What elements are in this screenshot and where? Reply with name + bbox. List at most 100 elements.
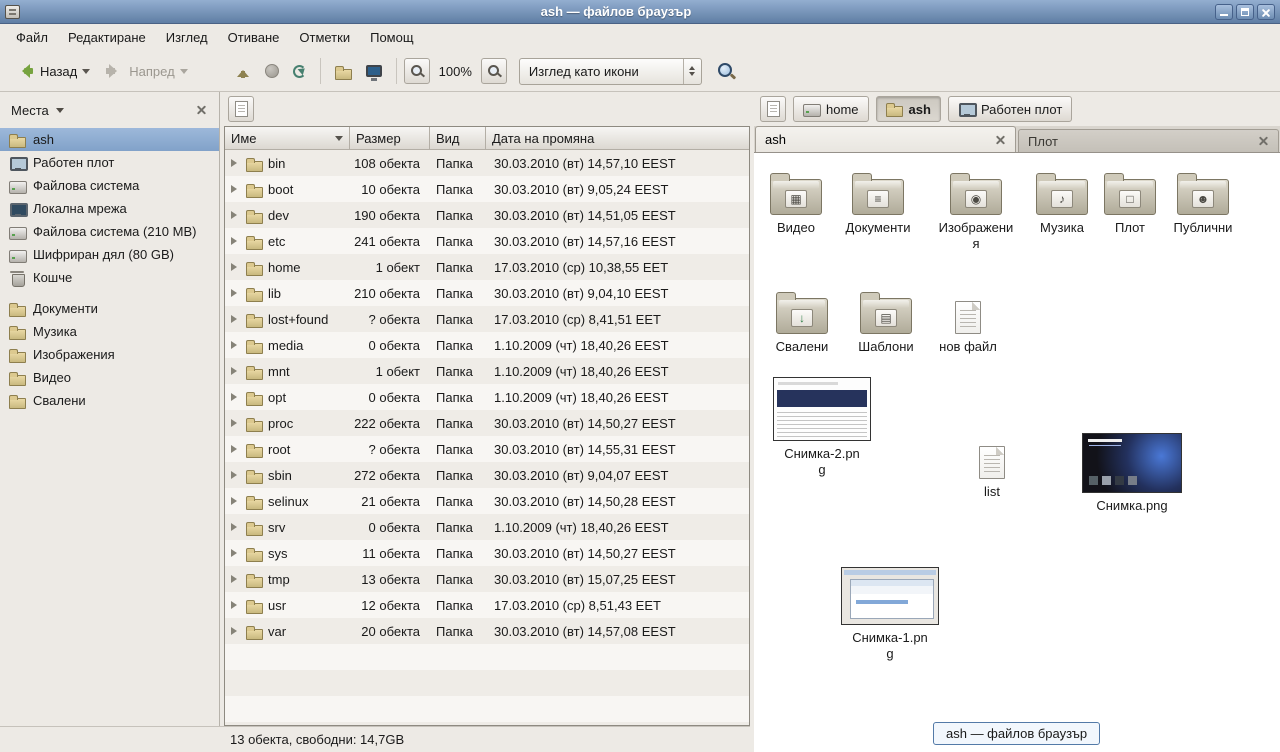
tree-row[interactable]: tmp 13 обекта Папка 30.03.2010 (вт) 15,0… [225, 566, 749, 592]
file-snimka-1[interactable]: Снимка-1.png [838, 567, 942, 663]
stop-button[interactable] [258, 60, 286, 82]
expander-icon[interactable] [231, 367, 241, 375]
minimize-icon[interactable] [1215, 4, 1233, 20]
zoom-out-button[interactable] [404, 58, 430, 84]
menu-item[interactable]: Помощ [360, 24, 423, 51]
back-history-caret-icon[interactable] [82, 69, 90, 78]
sidebar-close-icon[interactable] [195, 104, 208, 117]
expander-icon[interactable] [231, 549, 241, 557]
expander-icon[interactable] [231, 185, 241, 193]
sidebar-item[interactable]: Документи [0, 297, 219, 320]
file-snimka[interactable]: Снимка.png [1080, 433, 1184, 514]
folder-pictures[interactable]: Изображения [936, 169, 1016, 253]
sidebar-item[interactable]: Музика [0, 320, 219, 343]
expander-icon[interactable] [231, 263, 241, 271]
place-icon [9, 301, 26, 317]
expander-icon[interactable] [231, 497, 241, 505]
view-mode-select[interactable]: Изглед като икони [519, 58, 702, 85]
expander-icon[interactable] [231, 237, 241, 245]
expander-icon[interactable] [231, 211, 241, 219]
icon-view[interactable]: Видео Документи Изображения Музика Плот … [754, 153, 1280, 752]
expander-icon[interactable] [231, 393, 241, 401]
column-header-date[interactable]: Дата на промяна [486, 127, 749, 150]
tree-row[interactable]: dev 190 обекта Папка 30.03.2010 (вт) 14,… [225, 202, 749, 228]
expander-icon[interactable] [231, 289, 241, 297]
tree-row[interactable]: etc 241 обекта Папка 30.03.2010 (вт) 14,… [225, 228, 749, 254]
tab-ash[interactable]: ash [755, 126, 1016, 152]
menu-item[interactable]: Изглед [156, 24, 218, 51]
file-snimka-2[interactable]: Снимка-2.png [770, 377, 874, 479]
folder-public[interactable]: Публични [1163, 169, 1243, 236]
home-button[interactable] [328, 60, 359, 83]
sidebar-item[interactable]: Файлова система (210 MB) [0, 220, 219, 243]
location-toggle-button[interactable] [228, 96, 254, 122]
sidebar-item[interactable]: Работен плот [0, 151, 219, 174]
expander-icon[interactable] [231, 471, 241, 479]
menu-item[interactable]: Файл [6, 24, 58, 51]
menu-item[interactable]: Редактиране [58, 24, 156, 51]
tab-plot[interactable]: Плот [1018, 129, 1279, 152]
folder-downloads[interactable]: Свалени [762, 288, 842, 355]
folder-documents[interactable]: Документи [838, 169, 918, 236]
tree-row[interactable]: sbin 272 обекта Папка 30.03.2010 (вт) 9,… [225, 462, 749, 488]
column-header-name[interactable]: Име [225, 127, 350, 150]
reload-button[interactable] [286, 61, 313, 82]
expander-icon[interactable] [231, 419, 241, 427]
sidebar-item[interactable]: Локална мрежа [0, 197, 219, 220]
computer-button[interactable] [359, 61, 389, 81]
sidebar-item[interactable]: ash [0, 128, 219, 151]
expander-icon[interactable] [231, 523, 241, 531]
sidebar-item[interactable]: Кошче [0, 266, 219, 289]
sidebar-item[interactable]: Видео [0, 366, 219, 389]
file-new-file[interactable]: нов файл [928, 288, 1008, 355]
expander-icon[interactable] [231, 315, 241, 323]
tree-row[interactable]: mnt 1 обект Папка 1.10.2009 (чт) 18,40,2… [225, 358, 749, 384]
folder-templates[interactable]: Шаблони [846, 288, 926, 355]
tree-row[interactable]: opt 0 обекта Папка 1.10.2009 (чт) 18,40,… [225, 384, 749, 410]
sidebar-item[interactable]: Шифриран дял (80 GB) [0, 243, 219, 266]
sidebar-item[interactable]: Файлова система [0, 174, 219, 197]
menu-item[interactable]: Отметки [289, 24, 360, 51]
search-button[interactable] [710, 58, 742, 84]
tree-row[interactable]: media 0 обекта Папка 1.10.2009 (чт) 18,4… [225, 332, 749, 358]
expander-icon[interactable] [231, 601, 241, 609]
path-button-home[interactable]: home [793, 96, 869, 122]
places-selector[interactable]: Места [11, 103, 64, 118]
zoom-in-button[interactable] [481, 58, 507, 84]
file-list[interactable]: list [962, 445, 1022, 500]
tree-row[interactable]: home 1 обект Папка 17.03.2010 (ср) 10,38… [225, 254, 749, 280]
tree-row[interactable]: var 20 обекта Папка 30.03.2010 (вт) 14,5… [225, 618, 749, 644]
folder-desktop[interactable]: Плот [1090, 169, 1170, 236]
column-header-size[interactable]: Размер [350, 127, 430, 150]
close-icon[interactable] [1257, 4, 1275, 20]
folder-video[interactable]: Видео [756, 169, 836, 236]
expander-icon[interactable] [231, 627, 241, 635]
tree-row[interactable]: srv 0 обекта Папка 1.10.2009 (чт) 18,40,… [225, 514, 749, 540]
back-button[interactable]: Назад [8, 60, 97, 83]
tree-row[interactable]: root ? обекта Папка 30.03.2010 (вт) 14,5… [225, 436, 749, 462]
tab-close-icon[interactable] [994, 134, 1006, 146]
expander-icon[interactable] [231, 445, 241, 453]
maximize-icon[interactable] [1236, 4, 1254, 20]
sidebar-item[interactable]: Изображения [0, 343, 219, 366]
tree-row[interactable]: lost+found ? обекта Папка 17.03.2010 (ср… [225, 306, 749, 332]
tab-close-icon[interactable] [1257, 135, 1269, 147]
tree-row[interactable]: sys 11 обекта Папка 30.03.2010 (вт) 14,5… [225, 540, 749, 566]
expander-icon[interactable] [231, 159, 241, 167]
tree-row[interactable]: lib 210 обекта Папка 30.03.2010 (вт) 9,0… [225, 280, 749, 306]
menu-item[interactable]: Отиване [218, 24, 290, 51]
sidebar-item[interactable]: Свалени [0, 389, 219, 412]
tree-row[interactable]: usr 12 обекта Папка 17.03.2010 (ср) 8,51… [225, 592, 749, 618]
tree-row[interactable]: proc 222 обекта Папка 30.03.2010 (вт) 14… [225, 410, 749, 436]
up-button[interactable] [229, 60, 258, 83]
expander-icon[interactable] [231, 575, 241, 583]
forward-button[interactable]: Напред [97, 60, 194, 83]
column-header-type[interactable]: Вид [430, 127, 486, 150]
path-button-desktop[interactable]: Работен плот [948, 96, 1072, 122]
tree-row[interactable]: bin 108 обекта Папка 30.03.2010 (вт) 14,… [225, 150, 749, 176]
tree-row[interactable]: boot 10 обекта Папка 30.03.2010 (вт) 9,0… [225, 176, 749, 202]
path-button-ash[interactable]: ash [876, 96, 941, 122]
location-toggle-button[interactable] [760, 96, 786, 122]
tree-row[interactable]: selinux 21 обекта Папка 30.03.2010 (вт) … [225, 488, 749, 514]
expander-icon[interactable] [231, 341, 241, 349]
